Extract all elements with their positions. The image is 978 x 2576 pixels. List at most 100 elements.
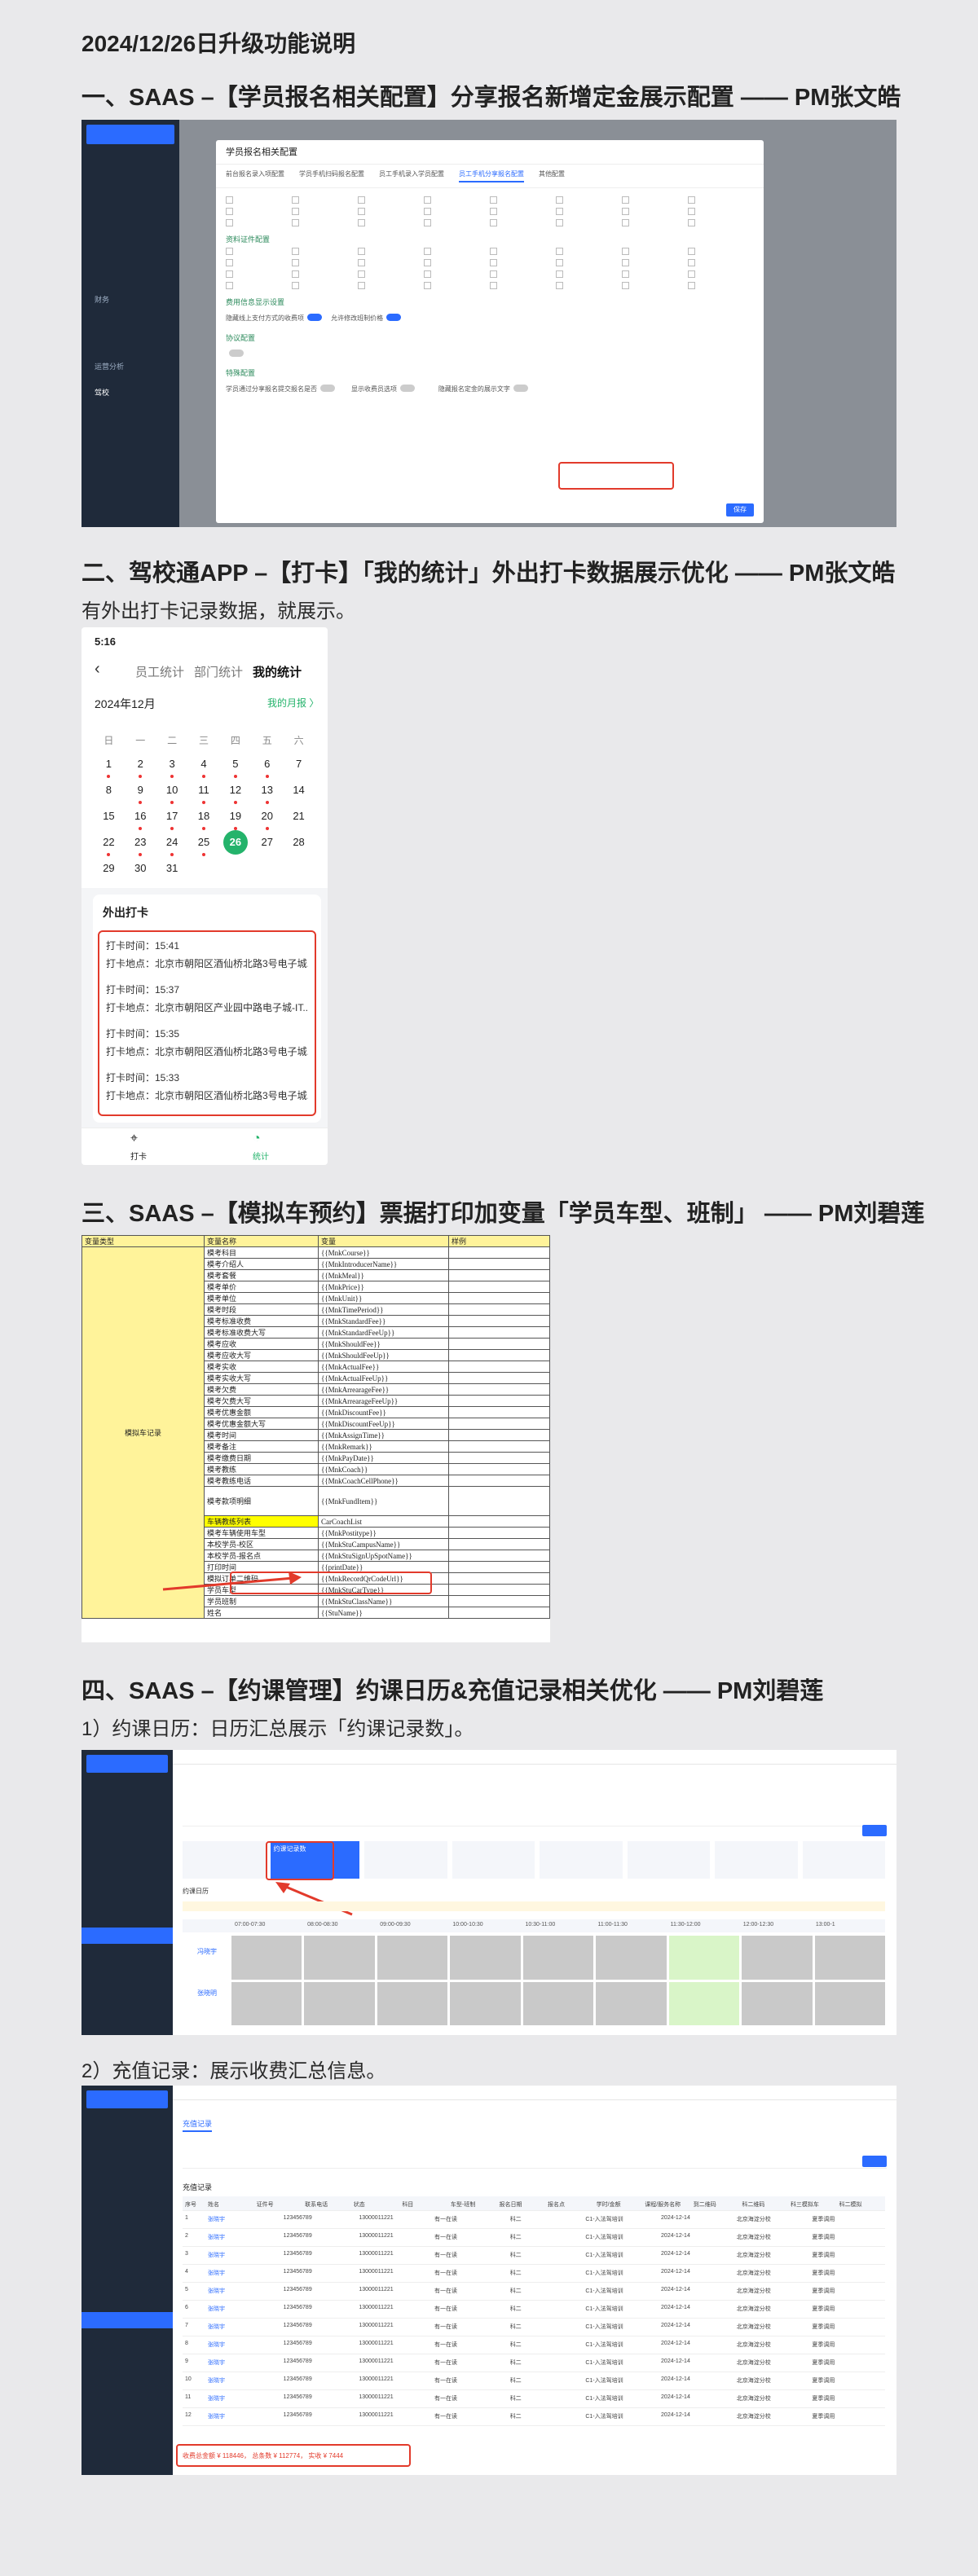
calendar-day[interactable]: 9 <box>125 781 156 804</box>
table-cell[interactable]: 张晓宇 <box>205 2390 281 2407</box>
booking-slot[interactable] <box>742 1981 813 2025</box>
nav-stats[interactable]: 统计 <box>253 1150 269 1162</box>
booking-slot[interactable] <box>742 1936 813 1980</box>
calendar-day[interactable]: 13 <box>251 781 283 804</box>
calendar-day[interactable]: 12 <box>219 781 251 804</box>
booking-slot[interactable] <box>377 1981 448 2025</box>
calendar-day[interactable]: 29 <box>93 859 125 877</box>
table-cell[interactable]: 张晓宇 <box>205 2211 281 2228</box>
booking-slot[interactable] <box>231 1936 302 1980</box>
calendar-day[interactable]: 6 <box>251 755 283 778</box>
booking-slot[interactable] <box>668 1936 740 1980</box>
table-cell[interactable]: 张晓宇 <box>205 2265 281 2282</box>
booking-slot[interactable] <box>596 1936 667 1980</box>
booking-slot[interactable] <box>522 1936 594 1980</box>
booking-slot[interactable] <box>304 1981 375 2025</box>
table-cell[interactable]: 张晓宇 <box>205 2408 281 2425</box>
calendar-day[interactable]: 3 <box>156 755 188 778</box>
column-header: 科二维码 <box>742 2202 765 2208</box>
table-cell: 科二 <box>509 2324 522 2330</box>
sidebar-item-school[interactable]: 驾校 <box>82 384 179 402</box>
stats-icon[interactable]: ◔ <box>253 1132 261 1146</box>
toggle-special-1[interactable] <box>320 385 335 392</box>
booking-slot[interactable] <box>668 1981 740 2025</box>
calendar-day[interactable]: 27 <box>251 833 283 851</box>
calendar-day[interactable]: 1 <box>93 755 125 778</box>
tab-other[interactable]: 其他配置 <box>539 169 565 182</box>
sidebar-item-ops[interactable]: 运营分析 <box>82 358 179 376</box>
tab-recharge[interactable]: 充值记录 <box>183 2118 213 2132</box>
calendar-day[interactable]: 26 <box>219 830 251 855</box>
modal-title: 学员报名相关配置 <box>216 140 764 165</box>
table-cell[interactable]: 张晓宇 <box>205 2301 281 2318</box>
calendar-day[interactable]: 10 <box>156 781 188 804</box>
sidebar-item-finance[interactable]: 财务 <box>82 291 179 309</box>
coach-name[interactable]: 冯晓宇 <box>183 1947 231 1956</box>
calendar-day[interactable]: 28 <box>283 833 315 851</box>
booking-slot[interactable] <box>377 1936 448 1980</box>
query-button[interactable] <box>862 1825 887 1836</box>
toggle-agreement[interactable] <box>229 349 244 357</box>
tab-scan-signup[interactable]: 学员手机扫码报名配置 <box>299 169 364 182</box>
nav-punch[interactable]: 打卡 <box>130 1150 147 1162</box>
calendar-day[interactable]: 20 <box>251 807 283 830</box>
calendar-day[interactable]: 14 <box>283 781 315 799</box>
nav-item-recharge[interactable] <box>82 2312 173 2328</box>
calendar-day[interactable]: 31 <box>156 859 188 877</box>
calendar-day[interactable]: 24 <box>156 833 188 856</box>
query-button[interactable] <box>862 2156 887 2167</box>
calendar-day[interactable]: 11 <box>188 781 220 804</box>
coach-name[interactable]: 张晓明 <box>183 1989 231 1998</box>
table-row: 5 张晓宇 123456789 13000011221 有一在读 科二 C1-入法驾培训 20… <box>183 2283 885 2301</box>
table-cell[interactable]: 张晓宇 <box>205 2247 281 2264</box>
booking-slot[interactable] <box>231 1981 302 2025</box>
day-number: 1 <box>105 758 112 770</box>
table-cell[interactable]: 张晓宇 <box>205 2336 281 2354</box>
save-button[interactable]: 保存 <box>726 503 754 517</box>
nav-item-booking[interactable] <box>82 1928 173 1944</box>
calendar-day[interactable]: 8 <box>93 781 125 799</box>
calendar-day[interactable]: 7 <box>283 755 315 773</box>
admin-nav <box>82 2086 173 2475</box>
tab-staff-stats[interactable]: 员工统计 <box>135 663 184 680</box>
booking-slot[interactable] <box>450 1981 521 2025</box>
booking-slot[interactable] <box>814 1981 885 2025</box>
variable-code: {{MnkTimePeriod}} <box>318 1303 449 1316</box>
booking-slot[interactable] <box>814 1936 885 1980</box>
calendar-day[interactable]: 30 <box>125 859 156 877</box>
table-cell[interactable]: 张晓宇 <box>205 2283 281 2300</box>
calendar-day[interactable]: 2 <box>125 755 156 778</box>
tab-staff-entry[interactable]: 员工手机录入学员配置 <box>379 169 444 182</box>
calendar-day[interactable]: 23 <box>125 833 156 856</box>
back-icon[interactable]: ‹ <box>95 660 100 679</box>
booking-slot[interactable] <box>304 1936 375 1980</box>
toggle-hide-online-fee[interactable] <box>307 314 322 321</box>
tab-dept-stats[interactable]: 部门统计 <box>194 663 243 680</box>
calendar-day[interactable]: 17 <box>156 807 188 830</box>
tab-my-stats[interactable]: 我的统计 <box>253 663 302 680</box>
booking-slot[interactable] <box>522 1981 594 2025</box>
location-icon[interactable]: ⌖ <box>130 1132 138 1146</box>
table-cell[interactable]: 张晓宇 <box>205 2319 281 2336</box>
calendar-day[interactable]: 15 <box>93 807 125 825</box>
calendar-day[interactable]: 16 <box>125 807 156 830</box>
toggle-hide-deposit-text[interactable] <box>513 385 528 392</box>
toggle-edit-class-price[interactable] <box>386 314 402 321</box>
tab-front-desk[interactable]: 前台报名录入项配置 <box>226 169 284 182</box>
table-cell[interactable]: 张晓宇 <box>205 2229 281 2246</box>
calendar-day[interactable]: 5 <box>219 755 251 778</box>
calendar-day[interactable]: 18 <box>188 807 220 830</box>
category-cell: 模拟车记录 <box>82 1246 205 1619</box>
table-cell[interactable]: 张晓宇 <box>205 2372 281 2389</box>
calendar-day[interactable]: 22 <box>93 833 125 856</box>
monthly-report-link[interactable]: 我的月报 〉 <box>267 696 319 710</box>
calendar-day[interactable]: 21 <box>283 807 315 825</box>
calendar-day[interactable]: 19 <box>219 807 251 830</box>
calendar-day[interactable]: 4 <box>188 755 220 778</box>
table-cell[interactable]: 张晓宇 <box>205 2354 281 2372</box>
booking-slot[interactable] <box>450 1936 521 1980</box>
calendar-day[interactable]: 25 <box>188 833 220 856</box>
booking-slot[interactable] <box>596 1981 667 2025</box>
tab-staff-share[interactable]: 员工手机分享报名配置 <box>459 169 524 182</box>
toggle-special-2[interactable] <box>400 385 416 392</box>
